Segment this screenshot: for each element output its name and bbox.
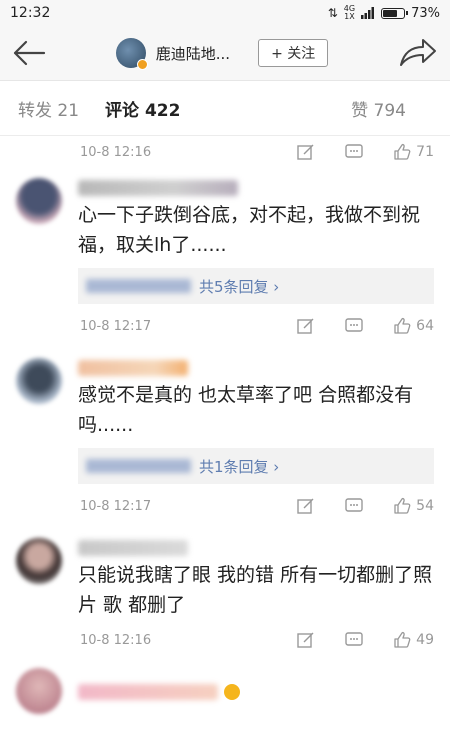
like-count: 49 [416,632,434,648]
like-count: 71 [416,144,434,160]
follow-button[interactable]: + 关注 [258,39,329,67]
comment-text: 心一下子跌倒谷底，对不起，我做不到祝福，取关lh了...... [78,204,421,256]
nav-center: 鹿迪陆地... + 关注 [115,38,329,70]
thumbs-up-icon [394,317,411,334]
edit-icon[interactable] [297,497,315,515]
comment-item: 心一下子跌倒谷底，对不起，我做不到祝福，取关lh了...... 共5条回复 › … [0,168,450,348]
avatar[interactable] [16,358,62,404]
battery-percent: 73% [411,5,440,21]
edit-icon[interactable] [297,317,315,335]
comment-item: 感觉不是真的 也太草率了吧 合照都没有吗...... 共1条回复 › 10-8 … [0,348,450,528]
tab-comments[interactable]: 评论 422 [105,96,180,121]
avatar[interactable] [16,538,62,584]
comment-meta: 10-8 12:17 64 [0,304,450,348]
like-action[interactable]: 64 [393,317,434,335]
edit-icon[interactable] [297,631,315,649]
status-time: 12:32 [10,5,51,21]
avatar[interactable] [16,178,62,224]
reply-count-link[interactable]: 共5条回复 › [199,276,279,297]
comment-meta: 10-8 12:16 49 [0,620,450,660]
thumbs-up-icon [394,631,411,648]
comment-tabs: 转发 21 评论 422 赞 794 [0,81,450,136]
back-icon[interactable] [12,40,46,66]
emoji-icon [224,684,240,700]
comment-item [0,660,450,714]
edit-icon[interactable] [297,143,315,161]
like-action[interactable]: 71 [393,143,434,161]
username[interactable] [78,684,218,700]
poster-name[interactable]: 鹿迪陆地... [156,43,230,64]
thumbs-up-icon [394,497,411,514]
verified-badge-icon [136,59,148,70]
nav-bar: 鹿迪陆地... + 关注 [0,26,450,81]
like-action[interactable]: 49 [393,631,434,649]
reply-author [86,279,191,293]
comment-item: 只能说我瞎了眼 我的错 所有一切都删了照片 歌 都删了 10-8 12:16 4… [0,528,450,660]
vibrate-icon: ⇅ [327,6,338,20]
like-count: 64 [416,318,434,334]
username[interactable] [78,360,188,376]
comment-meta-top: 10-8 12:16 71 [0,136,450,168]
reply-summary[interactable]: 共1条回复 › [78,448,434,484]
reply-summary[interactable]: 共5条回复 › [78,268,434,304]
reply-author [86,459,191,473]
comment-text: 感觉不是真的 也太草率了吧 合照都没有吗...... [78,384,414,436]
reply-icon[interactable] [345,143,363,161]
username[interactable] [78,540,188,556]
username[interactable] [78,180,238,196]
avatar[interactable] [16,668,62,714]
status-icons: ⇅ 4G 1X 73% [328,5,440,21]
like-action[interactable]: 54 [393,497,434,515]
tab-likes[interactable]: 赞 794 [351,96,406,121]
reply-icon[interactable] [345,317,363,335]
reply-icon[interactable] [345,631,363,649]
comment-time: 10-8 12:16 [80,632,152,648]
thumbs-up-icon [394,143,411,160]
comment-time: 10-8 12:17 [80,498,152,514]
network-label: 4G 1X [343,4,356,21]
battery-icon [381,7,409,19]
comment-time: 10-8 12:16 [80,144,152,160]
comment-time: 10-8 12:17 [80,318,152,334]
status-bar: 12:32 ⇅ 4G 1X 73% [0,0,450,26]
tab-repost[interactable]: 转发 21 [18,96,79,121]
signal-icon [361,7,375,19]
avatar[interactable] [115,38,148,70]
comment-text: 只能说我瞎了眼 我的错 所有一切都删了照片 歌 都删了 [78,564,433,616]
comment-meta: 10-8 12:17 54 [0,484,450,528]
reply-icon[interactable] [345,497,363,515]
like-count: 54 [416,498,434,514]
reply-count-link[interactable]: 共1条回复 › [199,456,279,477]
share-icon[interactable] [398,38,438,68]
